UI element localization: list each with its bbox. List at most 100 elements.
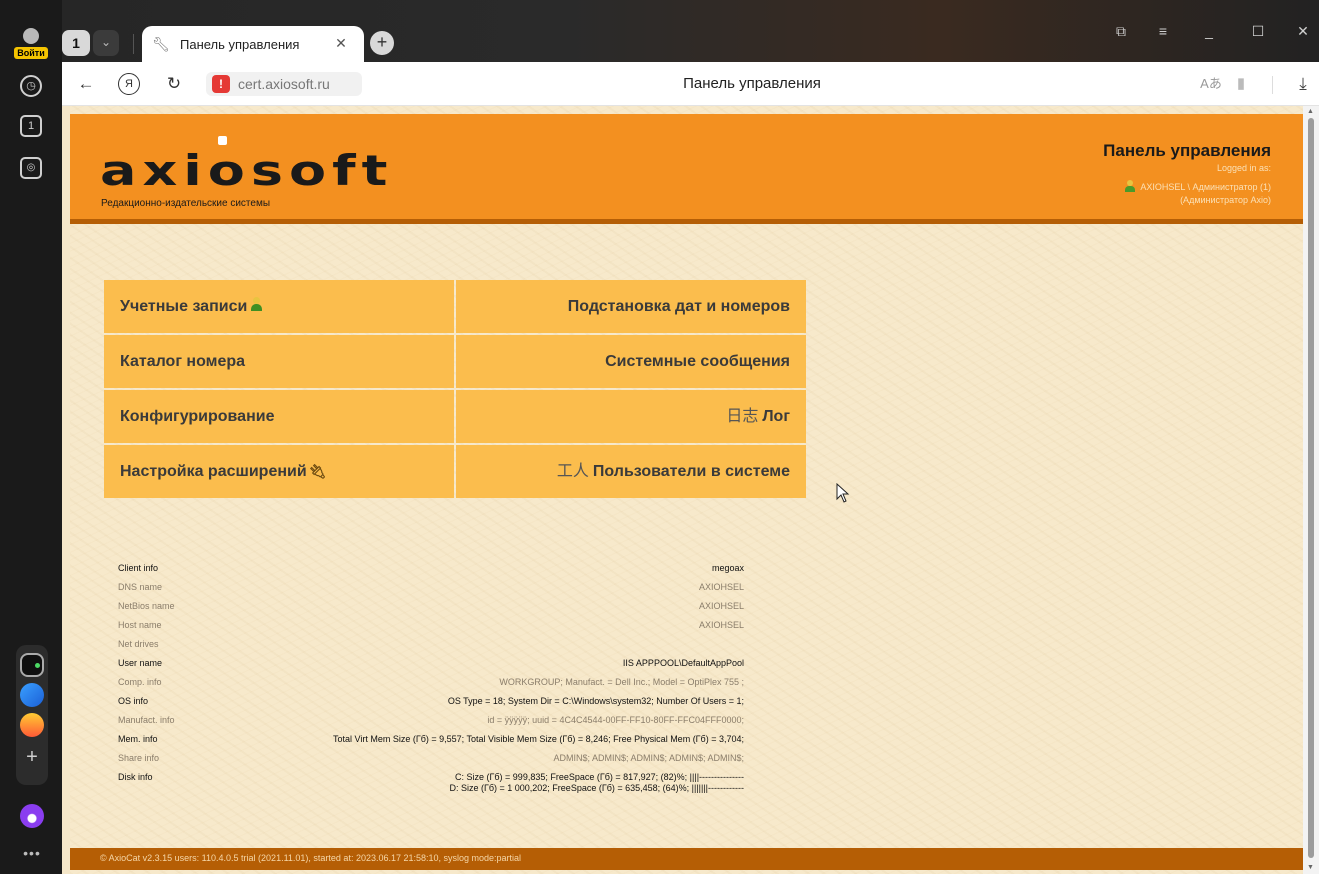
close-icon[interactable]: ✕ bbox=[332, 34, 350, 52]
back-icon[interactable]: ← bbox=[74, 72, 98, 96]
header-banner: axiosoft Редакционно-издательские систем… bbox=[70, 114, 1303, 224]
tab-count-number[interactable]: 1 bbox=[62, 30, 90, 56]
menu-accounts[interactable]: Учетные записи bbox=[104, 280, 454, 333]
download-icon[interactable]: ⤓ bbox=[1292, 73, 1314, 95]
chevron-down-icon[interactable]: ⌄ bbox=[93, 30, 119, 56]
info-key: Client info bbox=[118, 563, 159, 573]
info-row: NetBios name AXIOHSEL bbox=[118, 597, 744, 616]
log-glyph: 日志 bbox=[726, 408, 759, 425]
users-glyph: 工人 bbox=[556, 463, 589, 480]
info-key: Share info bbox=[118, 753, 160, 763]
info-row: User name IIS APPPOOL\DefaultAppPool bbox=[118, 654, 744, 673]
system-info-table: Client info megoax DNS name AXIOHSEL NetBi… bbox=[118, 559, 744, 794]
pin-icon[interactable]: ⧉ bbox=[1110, 20, 1132, 42]
menu-log-label: Лог bbox=[762, 408, 790, 425]
tabs-icon[interactable]: 1 bbox=[20, 115, 42, 137]
current-user: AXIOHSEL \ Администратор (1) bbox=[1125, 180, 1271, 192]
navigation-bar: ← Я ↻ ! cert.axiosoft.ru Панель управлен… bbox=[62, 62, 1319, 106]
app-icon-2[interactable] bbox=[20, 683, 44, 707]
info-value: AXIOHSEL bbox=[698, 620, 744, 630]
history-icon[interactable]: ◷ bbox=[20, 75, 42, 97]
menu-users-online-label: Пользователи в системе bbox=[592, 463, 790, 480]
footer-text: © AxioCat v2.3.15 users: 110.4.0.5 trial… bbox=[100, 853, 522, 863]
info-key: Mem. info bbox=[118, 734, 158, 744]
logged-in-label: Logged in as: bbox=[1216, 163, 1271, 173]
info-row: Host name AXIOHSEL bbox=[118, 616, 744, 635]
info-value: Total Virt Mem Size (Гб) = 9,557; Total … bbox=[333, 734, 744, 744]
page-viewport: axiosoft Редакционно-издательские систем… bbox=[62, 106, 1319, 874]
axiosoft-logo[interactable]: axiosoft bbox=[100, 150, 393, 192]
toolbar-divider bbox=[1272, 76, 1273, 94]
info-key: Comp. info bbox=[118, 677, 162, 687]
page-background: axiosoft Редакционно-издательские систем… bbox=[70, 106, 1303, 874]
menu-users-online[interactable]: 工人 Пользователи в системе bbox=[456, 445, 806, 498]
info-row: Client info megoax bbox=[118, 559, 744, 578]
add-app-icon[interactable]: + bbox=[24, 747, 40, 767]
minimize-icon[interactable]: _ bbox=[1198, 20, 1220, 42]
menu-log[interactable]: 日志 Лог bbox=[456, 390, 806, 443]
window-close-icon[interactable]: ✕ bbox=[1292, 20, 1314, 42]
menu-system-messages[interactable]: Системные сообщения bbox=[456, 335, 806, 388]
login-label: Войти bbox=[14, 47, 48, 59]
menu-extensions[interactable]: Настройка расширений 🔌︎ bbox=[104, 445, 454, 498]
bookmark-icon[interactable]: ▮ bbox=[1230, 73, 1252, 95]
info-row: OS info OS Type = 18; System Dir = C:\Win… bbox=[118, 692, 744, 711]
login-button[interactable]: Войти bbox=[14, 28, 48, 62]
disk-info-value: C: Size (Гб) = 999,835; FreeSpace (Гб) =… bbox=[449, 772, 744, 794]
tab-count[interactable]: 1 ⌄ bbox=[62, 30, 122, 56]
user-name: AXIOHSEL \ Администратор (1) bbox=[1140, 182, 1271, 192]
admin-menu: Учетные записи Подстановка дат и номеров… bbox=[104, 280, 806, 498]
info-value: AXIOHSEL bbox=[698, 601, 744, 611]
maximize-icon[interactable]: ☐ bbox=[1247, 20, 1269, 42]
new-tab-button[interactable]: + bbox=[370, 31, 394, 55]
menu-config[interactable]: Конфигурирование bbox=[104, 390, 454, 443]
url-text: cert.axiosoft.ru bbox=[238, 76, 330, 92]
info-row: Manufact. info id = ÿÿÿÿÿ; uuid = 4C4C454… bbox=[118, 711, 744, 730]
info-value: OS Type = 18; System Dir = C:\Windows\sy… bbox=[447, 696, 744, 706]
user-icon bbox=[1125, 180, 1136, 192]
translate-icon[interactable]: Aあ bbox=[1200, 73, 1222, 95]
info-value: IIS APPPOOL\DefaultAppPool bbox=[622, 658, 744, 668]
disk-info-row: Disk info C: Size (Гб) = 999,835; FreeSp… bbox=[118, 768, 744, 794]
info-key: Disk info bbox=[118, 772, 153, 782]
scrollbar[interactable]: ▲ ▼ bbox=[1303, 106, 1319, 874]
menu-catalog[interactable]: Каталог номера bbox=[104, 335, 454, 388]
mouse-cursor-icon bbox=[836, 483, 850, 503]
app-icon-1[interactable] bbox=[20, 653, 44, 677]
yandex-icon[interactable]: Я bbox=[118, 73, 140, 95]
scroll-up-icon[interactable]: ▲ bbox=[1307, 108, 1314, 115]
menu-system-messages-label: Системные сообщения bbox=[605, 353, 790, 370]
info-row: Comp. info WORKGROUP; Manufact. = Dell In… bbox=[118, 673, 744, 692]
scroll-down-icon[interactable]: ▼ bbox=[1307, 864, 1314, 871]
avatar-icon bbox=[23, 28, 39, 44]
info-key: DNS name bbox=[118, 582, 163, 592]
screenshot-icon[interactable]: ◎ bbox=[20, 157, 42, 179]
menu-substitution-label: Подстановка дат и номеров bbox=[567, 298, 790, 315]
tab-separator bbox=[133, 34, 134, 54]
info-value: id = ÿÿÿÿÿ; uuid = 4C4C4544-00FF-FF10-80… bbox=[487, 715, 744, 725]
menu-extensions-label: Настройка расширений bbox=[120, 463, 307, 480]
info-row: DNS name AXIOHSEL bbox=[118, 578, 744, 597]
menu-icon[interactable]: ≡ bbox=[1152, 20, 1174, 42]
menu-config-label: Конфигурирование bbox=[120, 408, 275, 425]
info-row: Mem. info Total Virt Mem Size (Гб) = 9,55… bbox=[118, 730, 744, 749]
panel-title: Панель управления bbox=[1103, 141, 1271, 160]
info-value: ADMIN$; ADMIN$; ADMIN$; ADMIN$; ADMIN$; bbox=[553, 753, 744, 763]
reload-icon[interactable]: ↻ bbox=[162, 72, 186, 96]
menu-substitution[interactable]: Подстановка дат и номеров bbox=[456, 280, 806, 333]
browser-sidebar: Войти ◷ 1 ◎ + ••• bbox=[0, 0, 62, 874]
more-icon[interactable]: ••• bbox=[18, 845, 46, 861]
address-bar[interactable]: ! cert.axiosoft.ru bbox=[206, 72, 362, 96]
info-value: WORKGROUP; Manufact. = Dell Inc.; Model … bbox=[499, 677, 744, 687]
disk-d-line: D: Size (Гб) = 1 000,202; FreeSpace (Гб)… bbox=[449, 783, 744, 793]
active-tab[interactable]: 🔧︎ Панель управления ✕ bbox=[142, 26, 364, 62]
alice-assistant-icon[interactable] bbox=[20, 804, 44, 828]
sidebar-apps: + bbox=[16, 645, 48, 785]
app-icon-3[interactable] bbox=[20, 713, 44, 737]
page-title-bar: Панель управления bbox=[683, 75, 821, 92]
info-key: OS info bbox=[118, 696, 149, 706]
warning-icon[interactable]: ! bbox=[212, 75, 230, 93]
info-key: NetBios name bbox=[118, 601, 175, 611]
info-row: Net drives bbox=[118, 635, 744, 654]
scroll-thumb[interactable] bbox=[1308, 118, 1314, 858]
